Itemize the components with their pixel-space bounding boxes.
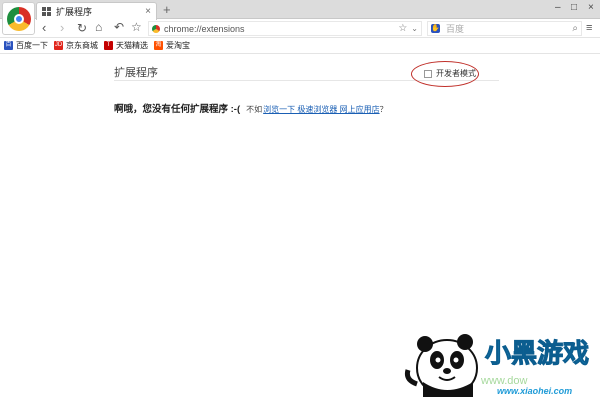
bookmark-star-icon[interactable]: ☆ xyxy=(131,20,142,35)
watermark-title: 小黑游戏 xyxy=(485,339,589,369)
search-input[interactable]: 百度 xyxy=(446,22,572,35)
star-icon[interactable]: ☆ xyxy=(398,23,407,34)
browser-logo[interactable] xyxy=(2,2,35,35)
xiaohei-watermark: 小黑游戏 www.dow www.xiaohei.com xyxy=(404,334,590,397)
menu-icon[interactable]: ≡ xyxy=(586,22,592,34)
address-bar[interactable]: chrome://extensions ☆ ⌄ xyxy=(148,21,422,36)
back-icon[interactable]: ‹ xyxy=(42,20,46,35)
forward-icon[interactable]: › xyxy=(60,20,64,35)
watermark-url: www.xiaohei.com xyxy=(497,386,572,396)
maximize-icon[interactable]: □ xyxy=(571,3,577,13)
home-icon[interactable]: ⌂ xyxy=(95,20,102,35)
webstore-link[interactable]: 浏览一下 极速浏览器 网上应用店 xyxy=(263,104,379,115)
developer-mode-label[interactable]: 开发者模式 xyxy=(436,68,476,79)
watermark-partial-url: www.dow xyxy=(480,375,528,387)
chevron-down-icon[interactable]: ⌄ xyxy=(411,24,418,33)
search-icon[interactable]: ⌕ xyxy=(572,23,578,34)
search-box[interactable]: ✋ 百度 ⌕ xyxy=(427,21,582,36)
chrome-logo-icon xyxy=(6,6,31,31)
undo-icon[interactable]: ↶ xyxy=(114,20,124,35)
chrome-page-icon xyxy=(152,24,160,33)
reload-icon[interactable]: ↻ xyxy=(77,21,87,36)
address-url[interactable]: chrome://extensions xyxy=(164,24,398,34)
bookmarks-bar: 百 百度一下 JD 京东商城 T 天猫精选 淘 爱淘宝 xyxy=(0,38,600,54)
minimize-icon[interactable]: – xyxy=(555,3,561,13)
bookmark-label: 百度一下 xyxy=(16,41,48,50)
developer-mode-toggle[interactable]: 开发者模式 xyxy=(424,68,476,79)
close-window-icon[interactable]: × xyxy=(588,3,594,13)
divider xyxy=(114,80,499,81)
tab-extensions[interactable]: 扩展程序 × xyxy=(36,2,157,20)
bookmark-label: 京东商城 xyxy=(66,41,98,50)
new-tab-icon[interactable]: + xyxy=(163,3,171,16)
panda-mascot-icon xyxy=(404,334,478,397)
empty-message: 啊哦，您没有任何扩展程序 :-( xyxy=(114,104,241,115)
developer-mode-checkbox[interactable] xyxy=(424,69,432,78)
jd-icon: JD xyxy=(54,41,63,50)
tab-close-icon[interactable]: × xyxy=(145,6,151,17)
bookmark-tmall[interactable]: T 天猫精选 xyxy=(104,40,148,51)
bookmark-baidu[interactable]: 百 百度一下 xyxy=(4,40,48,51)
empty-state: 啊哦，您没有任何扩展程序 :-( 不如 浏览一下 极速浏览器 网上应用店 ？ xyxy=(114,101,388,115)
suggestion-prefix: 不如 xyxy=(246,105,263,114)
bookmark-label: 爱淘宝 xyxy=(166,41,190,50)
taobao-icon: 淘 xyxy=(154,41,163,50)
grid-icon xyxy=(42,7,51,16)
suggestion-suffix: ？ xyxy=(379,105,388,114)
bookmark-jd[interactable]: JD 京东商城 xyxy=(54,40,98,51)
bookmark-aitaobao[interactable]: 淘 爱淘宝 xyxy=(154,40,190,51)
baidu-paw-icon[interactable]: ✋ xyxy=(431,24,440,33)
tmall-icon: T xyxy=(104,41,113,50)
tab-title: 扩展程序 xyxy=(56,7,93,17)
baidu-icon: 百 xyxy=(4,41,13,50)
bookmark-label: 天猫精选 xyxy=(116,41,148,50)
page-title: 扩展程序 xyxy=(114,67,158,79)
